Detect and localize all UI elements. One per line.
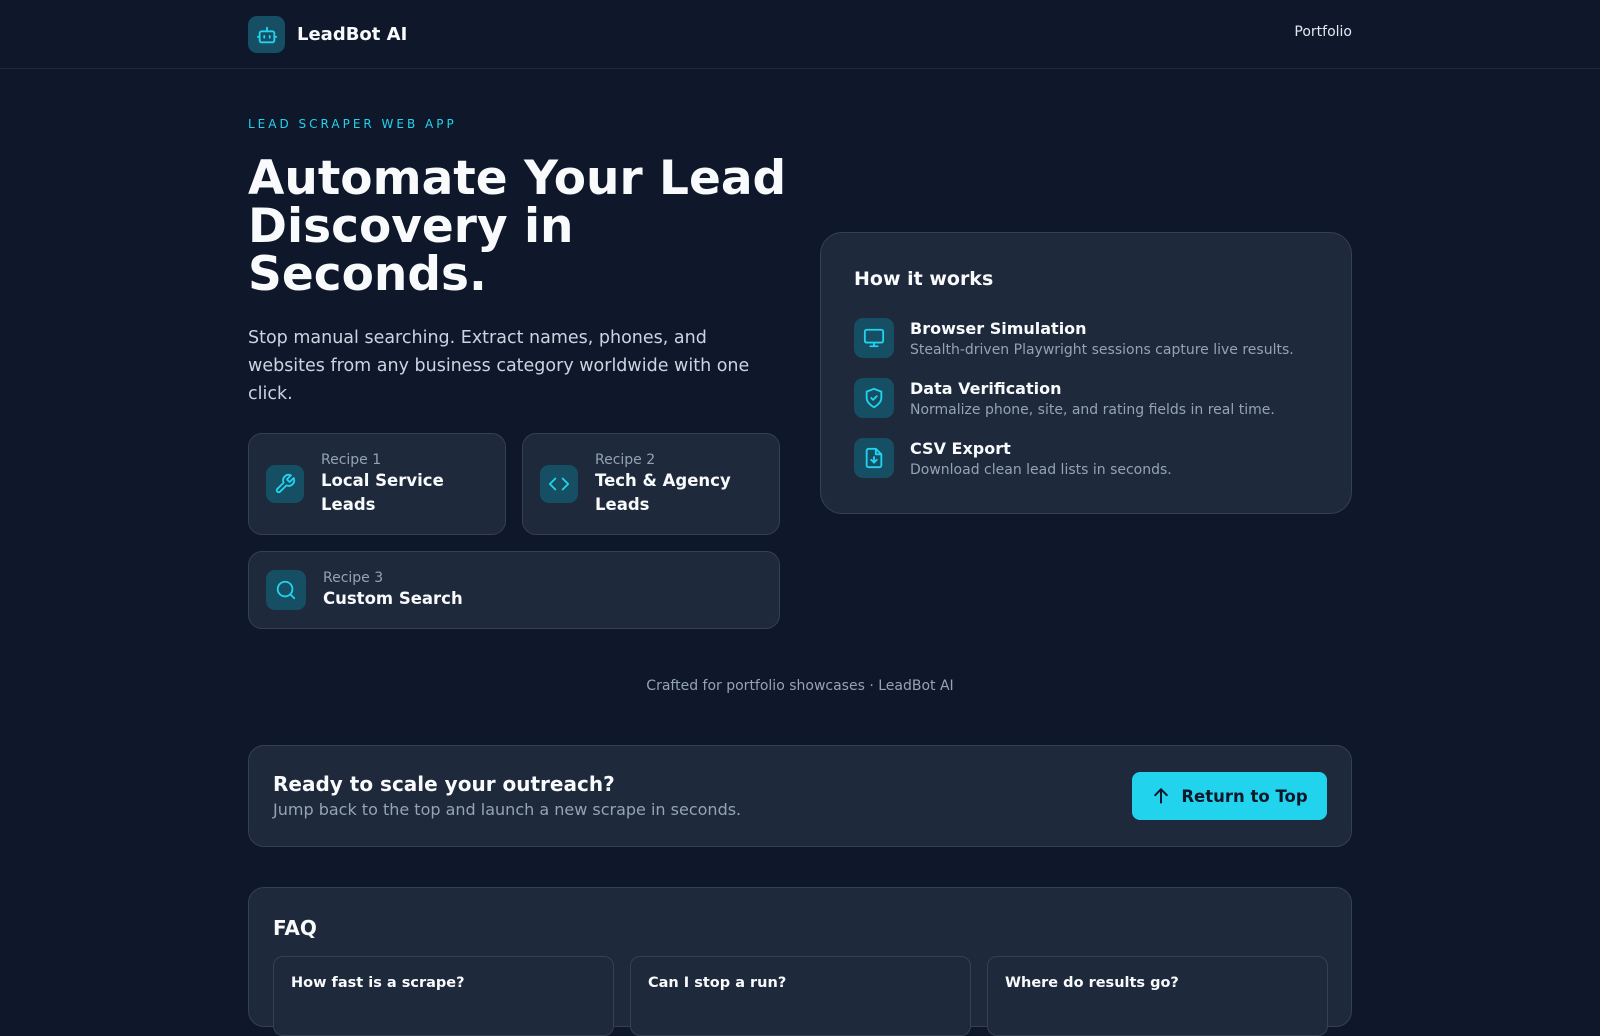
how-it-works-title: How it works [854,268,994,290]
faq-title: FAQ [273,916,317,940]
hero-title: Automate Your Lead Discovery in Seconds. [248,151,787,302]
hero-subtitle: Stop manual searching. Extract names, ph… [248,328,750,404]
cta-banner: Ready to scale your outreach? Jump back … [248,745,1352,847]
file-download-icon [854,438,894,478]
arrow-up-icon [1154,788,1169,804]
step-title: CSV Export [910,439,1011,458]
brand-name: LeadBot AI [297,24,408,45]
code-icon [540,465,578,503]
faq-section: FAQ How fast is a scrape? Can I stop a r… [248,887,1352,1036]
faq-item[interactable]: Can I stop a run? [630,956,971,1036]
faq-item[interactable]: How fast is a scrape? [273,956,614,1036]
search-icon [266,570,306,610]
recipe-title: Tech & Agency Leads [595,471,731,514]
return-to-top-button[interactable]: Return to Top [1132,772,1327,820]
recipe-kicker: Recipe 3 [323,570,384,586]
footer-note: Crafted for portfolio showcases · LeadBo… [646,678,954,694]
step-csv-export: CSV Export Download clean lead lists in … [854,438,1172,481]
nav-link-portfolio[interactable]: Portfolio [1294,24,1352,40]
step-browser-simulation: Browser Simulation Stealth-driven Playwr… [854,318,1294,361]
step-title: Browser Simulation [910,319,1087,338]
faq-question: How fast is a scrape? [291,975,465,991]
monitor-icon [854,318,894,358]
return-to-top-label: Return to Top [1181,786,1308,806]
top-nav-bar: LeadBot AI Portfolio [0,0,1600,69]
cta-title: Ready to scale your outreach? [273,772,615,796]
recipe-card-custom-search[interactable]: Recipe 3 Custom Search [248,551,780,629]
faq-item[interactable]: Where do results go? [987,956,1328,1036]
recipe-kicker: Recipe 2 [595,452,656,468]
wrench-icon [266,465,304,503]
recipe-title: Custom Search [323,589,463,608]
recipe-card-local-service[interactable]: Recipe 1 Local Service Leads [248,433,506,535]
faq-question: Where do results go? [1005,975,1179,991]
step-description: Download clean lead lists in seconds. [910,462,1172,478]
step-title: Data Verification [910,379,1062,398]
recipe-title: Local Service Leads [321,471,444,514]
hero-eyebrow: LEAD SCRAPER WEB APP [248,117,457,131]
step-description: Stealth-driven Playwright sessions captu… [910,342,1294,358]
cta-subtitle: Jump back to the top and launch a new sc… [273,800,742,819]
step-data-verification: Data Verification Normalize phone, site,… [854,378,1275,421]
robot-icon [248,16,285,53]
shield-check-icon [854,378,894,418]
recipe-card-tech-agency[interactable]: Recipe 2 Tech & Agency Leads [522,433,780,535]
brand[interactable]: LeadBot AI [248,16,407,53]
faq-question: Can I stop a run? [648,975,787,991]
step-description: Normalize phone, site, and rating fields… [910,402,1275,418]
recipe-kicker: Recipe 1 [321,452,382,468]
how-it-works-card: How it works Browser Simulation Stealth-… [820,232,1352,514]
